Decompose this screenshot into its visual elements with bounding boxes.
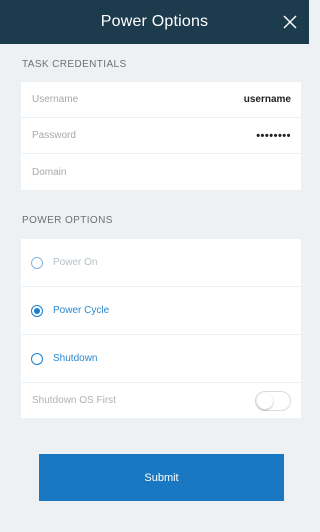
power-options-card: Power On Power Cycle Shutdown Shutdown O…	[21, 239, 301, 418]
power-on-label: Power On	[53, 257, 98, 268]
password-label: Password	[32, 130, 76, 141]
radio-option-shutdown[interactable]: Shutdown	[21, 335, 301, 383]
username-label: Username	[32, 94, 79, 105]
radio-option-power-on[interactable]: Power On	[21, 239, 301, 287]
password-value[interactable]: ••••••••	[256, 130, 291, 142]
username-value[interactable]: username	[244, 94, 291, 105]
toggle-knob	[257, 392, 273, 409]
credentials-section-label: TASK CREDENTIALS	[22, 59, 127, 70]
power-cycle-radio[interactable]	[31, 304, 43, 317]
shutdown-radio[interactable]	[31, 352, 43, 365]
dialog-header: Power Options	[0, 0, 309, 44]
dialog-title: Power Options	[100, 13, 209, 30]
shutdown-os-first-label: Shutdown OS First	[32, 395, 116, 406]
shutdown-os-first-row: Shutdown OS First	[21, 383, 301, 418]
shutdown-label: Shutdown	[53, 353, 98, 364]
credentials-card: Username username Password •••••••• Doma…	[21, 82, 301, 190]
password-field[interactable]: Password ••••••••	[21, 118, 301, 154]
shutdown-os-first-toggle[interactable]	[255, 390, 291, 411]
close-icon[interactable]	[279, 11, 301, 33]
radio-option-power-cycle[interactable]: Power Cycle	[21, 287, 301, 335]
domain-field[interactable]: Domain	[21, 154, 301, 190]
power-on-radio[interactable]	[31, 256, 43, 269]
submit-button[interactable]: Submit	[39, 454, 284, 501]
power-cycle-label: Power Cycle	[53, 305, 110, 316]
power-options-section-label: POWER OPTIONS	[22, 215, 113, 226]
domain-label: Domain	[32, 166, 67, 178]
username-field[interactable]: Username username	[21, 82, 301, 118]
